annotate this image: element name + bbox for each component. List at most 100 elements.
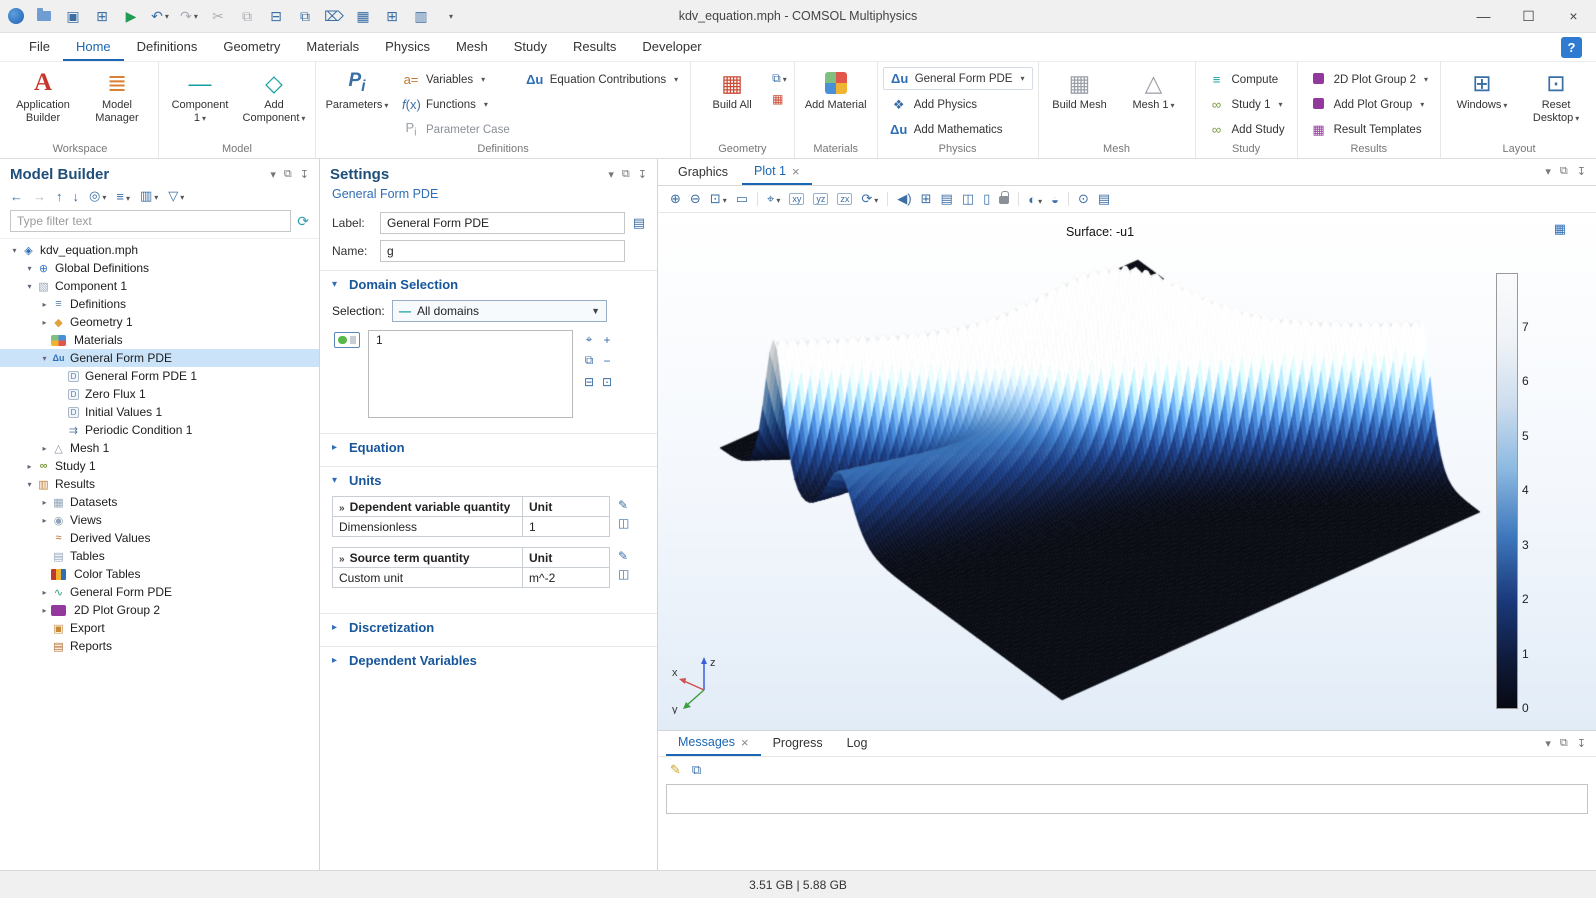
table-expand-icon[interactable]: »	[339, 503, 345, 514]
cut-icon[interactable]: ✂	[204, 3, 232, 29]
filter-input[interactable]	[10, 210, 291, 232]
copy-log-icon[interactable]: ⧉	[692, 762, 701, 778]
refresh-plot-icon[interactable]: ⟳▾	[861, 191, 878, 207]
reset-desktop-button[interactable]: ⊡ Reset Desktop▾	[1520, 65, 1592, 142]
unit-list-icon[interactable]: ◫	[618, 516, 629, 530]
snapshot-camera-icon[interactable]: ⊙	[1078, 191, 1089, 207]
menu-study[interactable]: Study	[501, 33, 560, 61]
print-icon[interactable]: ▤	[1098, 191, 1110, 207]
settings-menu-icon[interactable]: ▾	[608, 168, 614, 181]
tree-item-zero-flux-1[interactable]: Zero Flux 1	[0, 385, 319, 403]
speaker-icon[interactable]: ◀)	[897, 191, 911, 207]
equation-header[interactable]: ▸ Equation	[320, 434, 657, 461]
build-all-button[interactable]: ▦ Build All	[696, 65, 768, 142]
copy-selection-icon[interactable]: ⧉	[581, 351, 597, 370]
delete-icon[interactable]: ⌦	[320, 3, 348, 29]
tab-messages[interactable]: Messages×	[666, 730, 761, 756]
equation-contributions-button[interactable]: Δu Equation Contributions▾	[519, 67, 685, 92]
add-mathematics-button[interactable]: Δu Add Mathematics	[883, 117, 1033, 142]
unit-list-icon[interactable]: ◫	[618, 567, 629, 581]
tree-item-definitions[interactable]: ▸Definitions	[0, 295, 319, 313]
variables-button[interactable]: a= Variables▾	[395, 67, 517, 92]
collapse-icon[interactable]: ▾	[38, 354, 51, 363]
save-icon[interactable]: ▣	[59, 3, 87, 29]
tree-item-general-form-pde[interactable]: ▾General Form PDE	[0, 349, 319, 367]
menu-home[interactable]: Home	[63, 33, 124, 61]
menu-mesh[interactable]: Mesh	[443, 33, 501, 61]
back-icon[interactable]: ←	[10, 189, 23, 204]
collapse-icon[interactable]: ▾	[8, 246, 21, 255]
zx-view-icon[interactable]: zx	[837, 193, 852, 205]
tree-item-reports[interactable]: Reports	[0, 637, 319, 655]
tab-progress[interactable]: Progress	[761, 730, 835, 756]
quantity-cell[interactable]: Custom unit	[333, 568, 523, 588]
table-icon[interactable]: ⊞	[921, 191, 932, 207]
close-tab-icon[interactable]: ×	[792, 164, 800, 179]
refresh-icon[interactable]: ⟳	[297, 213, 309, 230]
unit-cell[interactable]: 1	[523, 517, 610, 537]
plot-area[interactable]: Surface: -u1 ▦ 76543210 z x y	[658, 213, 1596, 730]
active-selection-toggle[interactable]	[334, 332, 360, 348]
add-study-button[interactable]: ∞ Add Study	[1201, 117, 1292, 142]
xy-view-icon[interactable]: xy	[789, 193, 804, 205]
compute-button[interactable]: ≡ Compute	[1201, 67, 1292, 92]
pin-panel-icon[interactable]: ↧	[1577, 165, 1586, 178]
float-panel-icon[interactable]: ⧉	[1560, 737, 1568, 750]
selection-dropdown[interactable]: — All domains ▼	[392, 300, 607, 322]
collapse-icon[interactable]: ▾	[23, 282, 36, 291]
result-templates-button[interactable]: ▦ Result Templates	[1303, 117, 1435, 142]
grid-icon[interactable]: ▦	[349, 3, 377, 29]
collapse-icon[interactable]: ▾	[23, 264, 36, 273]
selection-item[interactable]: 1	[369, 331, 572, 349]
menu-file[interactable]: File	[16, 33, 63, 61]
edit-unit-icon[interactable]: ✎	[618, 549, 629, 563]
add-material-button[interactable]: Add Material	[800, 65, 872, 142]
dependent-variables-header[interactable]: ▸ Dependent Variables	[320, 647, 657, 674]
expand-icon[interactable]: ▸	[38, 318, 51, 327]
collapse-icon[interactable]: ▾	[23, 480, 36, 489]
measure-icon[interactable]: ▦	[772, 92, 787, 106]
add-to-selection-icon[interactable]: +	[599, 330, 615, 349]
domain-selection-header[interactable]: ▾ Domain Selection	[320, 271, 657, 298]
units-header[interactable]: ▾ Units	[320, 467, 657, 494]
clear-log-icon[interactable]: ✎	[670, 762, 681, 778]
tree-item-tables[interactable]: Tables	[0, 547, 319, 565]
float-panel-icon[interactable]: ⧉	[1560, 165, 1568, 178]
toolbar-overflow-icon[interactable]: ▾	[436, 3, 464, 29]
columns-icon[interactable]: ▥▾	[140, 188, 158, 204]
menu-results[interactable]: Results	[560, 33, 629, 61]
expand-icon[interactable]: ▸	[38, 588, 51, 597]
windows-button[interactable]: ⊞ Windows▾	[1446, 65, 1518, 142]
maximize-button[interactable]: ☐	[1506, 0, 1551, 32]
messages-content[interactable]	[666, 784, 1588, 814]
tab-graphics[interactable]: Graphics	[666, 159, 740, 185]
table-row[interactable]: Dimensionless 1	[333, 517, 610, 537]
selection-list[interactable]: 1	[368, 330, 573, 418]
tree-item-kdv-equation-mph[interactable]: ▾kdv_equation.mph	[0, 241, 319, 259]
expand-icon[interactable]: ▸	[38, 498, 51, 507]
undo-icon[interactable]: ↶▾	[146, 3, 174, 29]
paste-selection-icon[interactable]: ⊟	[581, 372, 597, 391]
lock-icon[interactable]	[999, 192, 1009, 207]
paste-icon[interactable]: ⊟	[262, 3, 290, 29]
float-panel-icon[interactable]: ⧉	[622, 168, 630, 181]
tree-item-results[interactable]: ▾Results	[0, 475, 319, 493]
tree-item-2d-plot-group-2[interactable]: ▸2D Plot Group 2	[0, 601, 319, 619]
pin-panel-icon[interactable]: ↧	[300, 168, 309, 181]
tree-item-materials[interactable]: Materials	[0, 331, 319, 349]
unit-cell[interactable]: m^-2	[523, 568, 610, 588]
minimize-button[interactable]: —	[1461, 0, 1506, 32]
table-row[interactable]: Custom unit m^-2	[333, 568, 610, 588]
close-tab-icon[interactable]: ×	[741, 735, 749, 750]
tree-item-general-form-pde[interactable]: ▸General Form PDE	[0, 583, 319, 601]
tree-item-global-definitions[interactable]: ▾Global Definitions	[0, 259, 319, 277]
tree-view-icon[interactable]: ≡▾	[116, 189, 130, 204]
create-selection-icon[interactable]: ⌖	[581, 330, 597, 349]
zoom-to-selection-icon[interactable]: ⊡	[599, 372, 615, 391]
model-manager-button[interactable]: ≣ Model Manager	[81, 65, 153, 142]
zoom-box-icon[interactable]: ▭	[736, 191, 748, 207]
edit-unit-icon[interactable]: ✎	[618, 498, 629, 512]
zoom-extents-icon[interactable]: ⊡▾	[710, 191, 727, 207]
transparency-icon[interactable]: ◒	[1051, 192, 1059, 207]
tree-item-derived-values[interactable]: Derived Values	[0, 529, 319, 547]
